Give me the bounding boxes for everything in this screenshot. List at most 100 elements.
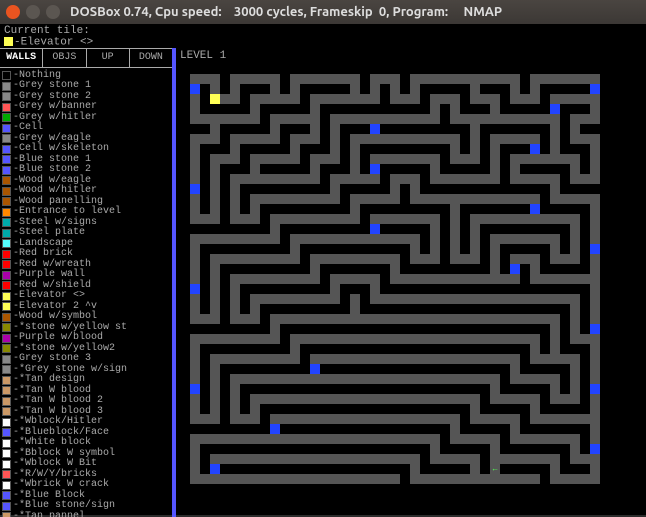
wall-swatch: [2, 355, 11, 364]
wall-item[interactable]: -*Tan pannel: [2, 511, 170, 517]
wall-swatch: [2, 313, 11, 322]
tab-objs[interactable]: OBJS: [43, 49, 86, 67]
current-tile-swatch: [4, 37, 13, 46]
window-title: DOSBox 0.74, Cpu speed: 3000 cycles, Fra…: [70, 5, 502, 19]
wall-item[interactable]: -*Wblock W Bit: [2, 459, 170, 470]
wall-item[interactable]: -Cell w/skeleton: [2, 144, 170, 155]
wall-swatch: [2, 229, 11, 238]
wall-item[interactable]: -Elevator <>: [2, 291, 170, 302]
wall-label: -Wood w/symbol: [13, 312, 97, 322]
wall-label: -Grey w/banner: [13, 102, 97, 112]
titlebar[interactable]: DOSBox 0.74, Cpu speed: 3000 cycles, Fra…: [0, 0, 646, 24]
wall-swatch: [2, 250, 11, 259]
wall-swatch: [2, 145, 11, 154]
app-content: Current tile: -Elevator <> WALLSOBJSUPDO…: [0, 24, 646, 515]
wall-item[interactable]: -Purple w/blood: [2, 333, 170, 344]
wall-swatch: [2, 428, 11, 437]
wall-label: -Purple w/blood: [13, 333, 103, 343]
wall-item[interactable]: -*Blue stone/sign: [2, 501, 170, 512]
level-label: LEVEL 1: [180, 50, 642, 62]
wall-label: -Nothing: [13, 71, 61, 81]
wall-swatch: [2, 302, 11, 311]
wall-swatch: [2, 481, 11, 490]
wall-item[interactable]: -Red brick: [2, 249, 170, 260]
wall-label: -*Blue stone/sign: [13, 501, 115, 511]
wall-label: -Red brick: [13, 249, 73, 259]
wall-item[interactable]: -Steel plate: [2, 228, 170, 239]
current-tile-name: -Elevator <>: [14, 36, 93, 48]
wall-swatch: [2, 344, 11, 353]
map-panel: LEVEL 1 ←: [176, 48, 646, 517]
wall-label: -Grey stone 3: [13, 354, 91, 364]
tab-down[interactable]: DOWN: [130, 49, 172, 67]
wall-swatch: [2, 155, 11, 164]
tab-bar: WALLSOBJSUPDOWN: [0, 48, 172, 68]
wall-item[interactable]: -Entrance to level: [2, 207, 170, 218]
wall-swatch: [2, 71, 11, 80]
wall-swatch: [2, 124, 11, 133]
wall-item[interactable]: -Grey stone 1: [2, 81, 170, 92]
wall-swatch: [2, 113, 11, 122]
wall-label: -*Tan pannel: [13, 512, 85, 517]
wall-item[interactable]: -Cell: [2, 123, 170, 134]
wall-label: -Cell w/skeleton: [13, 144, 109, 154]
wall-item[interactable]: -Purple wall: [2, 270, 170, 281]
wall-item[interactable]: -*Wbrick W crack: [2, 480, 170, 491]
wall-label: -*Wblock W Bit: [13, 459, 97, 469]
wall-swatch: [2, 82, 11, 91]
maximize-icon[interactable]: [46, 5, 60, 19]
wall-item[interactable]: -*Tan W blood 2: [2, 396, 170, 407]
wall-label: -Blue stone 2: [13, 165, 91, 175]
wall-label: -Purple wall: [13, 270, 85, 280]
wall-swatch: [2, 386, 11, 395]
wall-swatch: [2, 397, 11, 406]
wall-item[interactable]: -Grey stone 3: [2, 354, 170, 365]
wall-label: -*Tan W blood 2: [13, 396, 103, 406]
wall-swatch: [2, 292, 11, 301]
wall-item[interactable]: -*White block: [2, 438, 170, 449]
wall-label: -*stone w/yellow2: [13, 344, 115, 354]
wall-swatch: [2, 470, 11, 479]
wall-list[interactable]: -Nothing-Grey stone 1-Grey stone 2-Grey …: [0, 68, 172, 517]
wall-swatch: [2, 502, 11, 511]
wall-swatch: [2, 334, 11, 343]
wall-item[interactable]: -Grey w/banner: [2, 102, 170, 113]
wall-label: -Elevator <>: [13, 291, 85, 301]
wall-swatch: [2, 281, 11, 290]
wall-swatch: [2, 92, 11, 101]
wall-swatch: [2, 187, 11, 196]
wall-swatch: [2, 260, 11, 269]
wall-label: -*Wblock/Hitler: [13, 417, 103, 427]
wall-swatch: [2, 418, 11, 427]
wall-label: -*Tan design: [13, 375, 85, 385]
wall-swatch: [2, 376, 11, 385]
current-tile-display: Current tile: -Elevator <>: [0, 24, 646, 48]
wall-label: -Wood w/hitler: [13, 186, 97, 196]
minimize-icon[interactable]: [26, 5, 40, 19]
wall-item[interactable]: -Wood w/hitler: [2, 186, 170, 197]
sidebar: WALLSOBJSUPDOWN -Nothing-Grey stone 1-Gr…: [0, 48, 176, 517]
tab-walls[interactable]: WALLS: [0, 49, 43, 67]
wall-swatch: [2, 460, 11, 469]
wall-swatch: [2, 449, 11, 458]
wall-label: -Entrance to level: [13, 207, 121, 217]
close-icon[interactable]: [6, 5, 20, 19]
dosbox-window: DOSBox 0.74, Cpu speed: 3000 cycles, Fra…: [0, 0, 646, 515]
wall-swatch: [2, 365, 11, 374]
wall-label: -*White block: [13, 438, 91, 448]
wall-label: -*Wbrick W crack: [13, 480, 109, 490]
wall-label: -Steel plate: [13, 228, 85, 238]
wall-item[interactable]: -Blue stone 2: [2, 165, 170, 176]
level-map[interactable]: ←: [180, 64, 610, 494]
wall-swatch: [2, 271, 11, 280]
tab-up[interactable]: UP: [87, 49, 130, 67]
wall-swatch: [2, 407, 11, 416]
wall-item[interactable]: -*Tan design: [2, 375, 170, 386]
wall-swatch: [2, 323, 11, 332]
wall-swatch: [2, 439, 11, 448]
wall-item[interactable]: -*Wblock/Hitler: [2, 417, 170, 428]
wall-item[interactable]: -Wood w/symbol: [2, 312, 170, 323]
wall-swatch: [2, 239, 11, 248]
wall-swatch: [2, 176, 11, 185]
wall-swatch: [2, 103, 11, 112]
